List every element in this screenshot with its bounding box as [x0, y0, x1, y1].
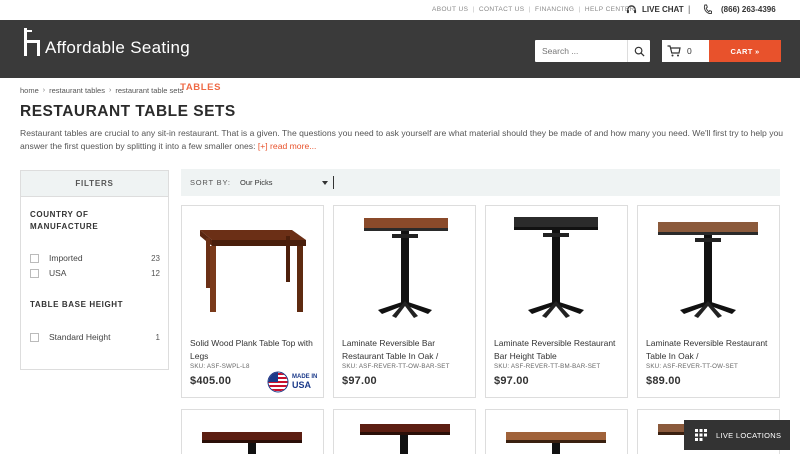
nav-table-bases[interactable]: TABLE BASES — [247, 82, 320, 96]
sort-selected-value: Our Picks — [240, 178, 273, 187]
live-locations-button[interactable]: LIVE LOCATIONS — [684, 420, 790, 450]
cart-button[interactable]: CART » — [709, 40, 781, 62]
read-more-link[interactable]: [+] read more... — [258, 141, 317, 151]
product-price: $405.00 — [190, 375, 232, 387]
live-chat-label: LIVE CHAT — [642, 5, 684, 14]
filters-panel: FILTERS COUNTRY OF MANUFACTURE Imported … — [20, 170, 169, 370]
breadcrumb-home[interactable]: home — [20, 86, 39, 95]
filters-heading: FILTERS — [21, 171, 168, 197]
about-us-link[interactable]: ABOUT US — [432, 6, 468, 13]
sort-label: SORT BY: — [190, 178, 231, 187]
badge-text: MADE IN USA — [292, 374, 317, 390]
phone-icon — [703, 4, 712, 15]
product-image — [364, 218, 448, 318]
page-title: RESTAURANT TABLE SETS — [20, 103, 236, 120]
product-image — [360, 424, 450, 454]
topbar-divider: | — [688, 4, 691, 14]
category-intro: Restaurant tables are crucial to any sit… — [20, 127, 790, 153]
site-logo[interactable]: Affordable Seating — [22, 28, 190, 56]
phone-link[interactable]: (866) 263-4396 — [703, 4, 776, 15]
product-card[interactable] — [181, 409, 324, 454]
product-name[interactable]: Laminate Reversible Restaurant Bar Heigh… — [494, 337, 622, 362]
intro-text: Restaurant tables are crucial to any sit… — [20, 128, 784, 151]
chair-logo-icon — [24, 28, 40, 56]
product-price: $97.00 — [342, 375, 377, 387]
product-card[interactable]: Solid Wood Plank Table Top with Legs SKU… — [181, 205, 324, 398]
top-utility-bar: ABOUT US | CONTACT US | FINANCING | HELP… — [0, 0, 800, 20]
product-sku: SKU: ASF-REVER-TT-OW-SET — [646, 363, 739, 370]
headset-icon — [626, 5, 637, 14]
chevron-right-icon: › — [108, 87, 112, 94]
product-price: $89.00 — [646, 375, 681, 387]
product-card[interactable]: Laminate Reversible Restaurant Table In … — [637, 205, 780, 398]
filter-option-label: Imported — [49, 253, 83, 263]
filter-option-label: USA — [49, 268, 67, 278]
product-image — [506, 432, 606, 454]
sort-bar: SORT BY: Our Picks — [181, 169, 780, 196]
grid-icon — [695, 429, 707, 441]
site-header: Affordable Seating 0 CART » CHAIRS BAR S… — [0, 20, 800, 93]
filter-option-imported[interactable]: Imported 23 — [30, 252, 160, 264]
cart-icon — [667, 45, 681, 57]
product-card[interactable]: Laminate Reversible Bar Restaurant Table… — [333, 205, 476, 398]
product-image — [202, 432, 302, 454]
financing-link[interactable]: FINANCING — [535, 6, 574, 13]
product-image — [514, 217, 598, 318]
product-sku: SKU: ASF-REVER-TT-OW-BAR-SET — [342, 363, 450, 370]
filter-option-count: 1 — [155, 332, 160, 342]
search-icon — [634, 46, 645, 57]
breadcrumb-current: restaurant table sets — [115, 86, 184, 95]
filter-option-count: 23 — [151, 253, 160, 263]
utility-links: ABOUT US | CONTACT US | FINANCING | HELP… — [432, 6, 635, 13]
filter-option-label: Standard Height — [49, 332, 111, 342]
nav-booths[interactable]: BOOTHS — [346, 82, 390, 96]
product-card[interactable] — [333, 409, 476, 454]
nav-tables[interactable]: TABLES — [180, 82, 221, 96]
cart-summary[interactable]: 0 — [662, 40, 709, 62]
checkbox[interactable] — [30, 332, 39, 342]
product-card[interactable]: Laminate Reversible Restaurant Bar Heigh… — [485, 205, 628, 398]
text-cursor — [333, 176, 334, 189]
product-sku: SKU: ASF-REVER-TT-BM-BAR-SET — [494, 363, 601, 370]
filter-group-base-height: TABLE BASE HEIGHT — [30, 300, 124, 309]
live-chat-link[interactable]: LIVE CHAT — [626, 4, 684, 15]
nav-patio-furniture[interactable]: PATIO FURNITURE — [416, 82, 510, 96]
product-name[interactable]: Solid Wood Plank Table Top with Legs — [190, 337, 318, 362]
contact-us-link[interactable]: CONTACT US — [479, 6, 525, 13]
checkbox[interactable] — [30, 253, 39, 263]
breadcrumb-restaurant-tables[interactable]: restaurant tables — [49, 86, 105, 95]
phone-number: (866) 263-4396 — [721, 5, 776, 14]
filter-option-standard-height[interactable]: Standard Height 1 — [30, 331, 160, 343]
product-card[interactable] — [485, 409, 628, 454]
live-locations-label: LIVE LOCATIONS — [716, 430, 782, 440]
checkbox[interactable] — [30, 268, 39, 278]
product-name[interactable]: Laminate Reversible Bar Restaurant Table… — [342, 337, 470, 362]
us-flag-icon — [267, 371, 289, 393]
filter-option-usa[interactable]: USA 12 — [30, 267, 160, 279]
cart-count: 0 — [687, 46, 692, 56]
filter-group-country: COUNTRY OF MANUFACTURE — [30, 210, 99, 231]
search-button[interactable] — [627, 40, 650, 62]
product-image — [200, 230, 306, 312]
product-sku: SKU: ASF-SWPL-L8 — [190, 363, 250, 370]
product-name[interactable]: Laminate Reversible Restaurant Table In … — [646, 337, 774, 362]
search-input[interactable] — [535, 40, 627, 62]
sort-select[interactable]: Our Picks — [236, 174, 334, 191]
caret-down-icon — [322, 181, 328, 185]
product-price: $97.00 — [494, 375, 529, 387]
search-box — [535, 40, 650, 62]
chevron-right-icon: › — [42, 87, 46, 94]
filter-option-count: 12 — [151, 268, 160, 278]
badge-line-2: USA — [292, 380, 312, 390]
made-in-usa-badge: MADE IN USA — [267, 370, 319, 394]
breadcrumb: home › restaurant tables › restaurant ta… — [20, 86, 183, 95]
product-image — [658, 222, 758, 318]
logo-text: Affordable Seating — [45, 38, 190, 57]
